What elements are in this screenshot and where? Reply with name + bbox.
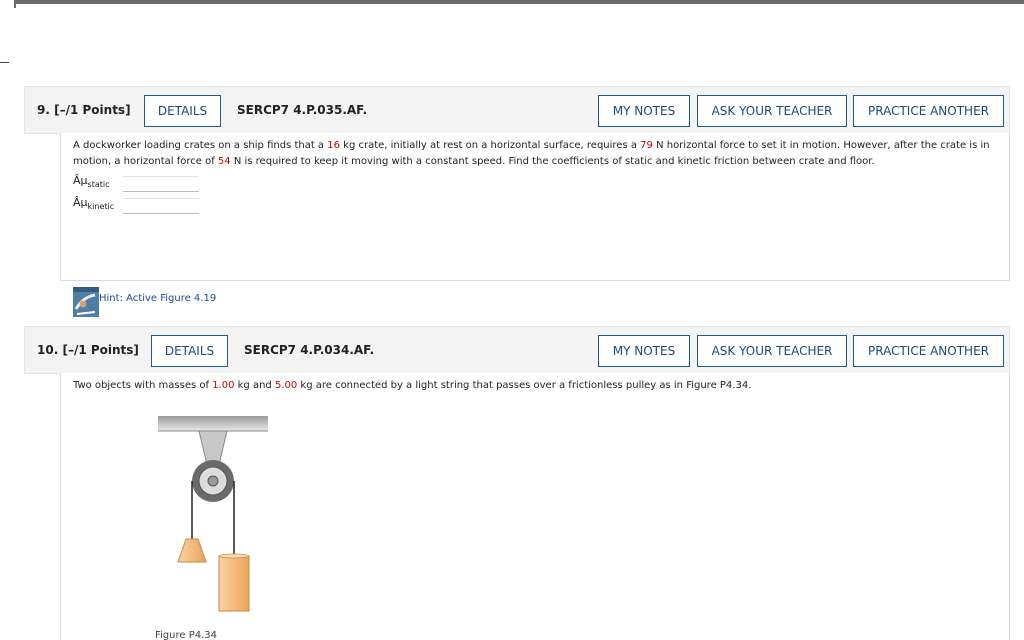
mass-2-value: 5.00 — [274, 380, 298, 391]
question-10-my-notes-button[interactable]: MY NOTES — [598, 335, 690, 367]
left-dash — [0, 62, 9, 63]
question-10-text: Two objects with masses of 1.00 kg and 5… — [73, 380, 752, 391]
question-9-text: A dockworker loading crates on a ship fi… — [73, 140, 990, 167]
top-divider — [14, 0, 1024, 4]
question-10-details-button[interactable]: DETAILS — [151, 335, 228, 367]
starting-force-value: 79 — [640, 140, 653, 151]
mass-2-block — [218, 555, 250, 612]
crate-mass-value: 16 — [327, 140, 340, 151]
question-10-ask-teacher-button[interactable]: ASK YOUR TEACHER — [697, 335, 847, 367]
question-10-number: 10. [–/1 Points] — [37, 343, 139, 357]
question-9-header: 9. [–/1 Points] DETAILS SERCP7 4.P.035.A… — [24, 86, 1010, 134]
question-10-practice-another-button[interactable]: PRACTICE ANOTHER — [853, 335, 1004, 367]
ceiling — [158, 416, 268, 431]
question-9-ask-teacher-button[interactable]: ASK YOUR TEACHER — [697, 95, 847, 127]
pulley-figure — [158, 416, 268, 612]
question-9-practice-another-button[interactable]: PRACTICE ANOTHER — [853, 95, 1004, 127]
hint-figure-thumbnail-icon[interactable] — [73, 287, 99, 317]
question-10-code: SERCP7 4.P.034.AF. — [244, 343, 375, 357]
mu-static-label: Âµstatic — [73, 174, 110, 190]
mu-kinetic-label: Âµkinetic — [73, 196, 115, 212]
moving-force-value: 54 — [217, 156, 231, 167]
question-9-code: SERCP7 4.P.035.AF. — [237, 103, 368, 117]
mass-1-block — [177, 538, 207, 563]
mass-1-value: 1.00 — [212, 380, 235, 391]
question-9-number: 9. [–/1 Points] — [37, 103, 131, 117]
mu-static-input[interactable] — [123, 176, 199, 192]
hint-link[interactable]: Hint: Active Figure 4.19 — [99, 293, 216, 304]
question-10-header: 10. [–/1 Points] DETAILS SERCP7 4.P.034.… — [24, 326, 1010, 374]
question-9-body: A dockworker loading crates on a ship fi… — [60, 133, 1010, 317]
figure-caption: Figure P4.34 — [155, 630, 218, 640]
question-10-body: Two objects with masses of 1.00 kg and 5… — [60, 373, 1010, 640]
question-9-details-button[interactable]: DETAILS — [144, 95, 221, 127]
top-divider-stub — [14, 0, 16, 8]
mu-kinetic-input[interactable] — [123, 198, 199, 214]
question-9-my-notes-button[interactable]: MY NOTES — [598, 95, 690, 127]
